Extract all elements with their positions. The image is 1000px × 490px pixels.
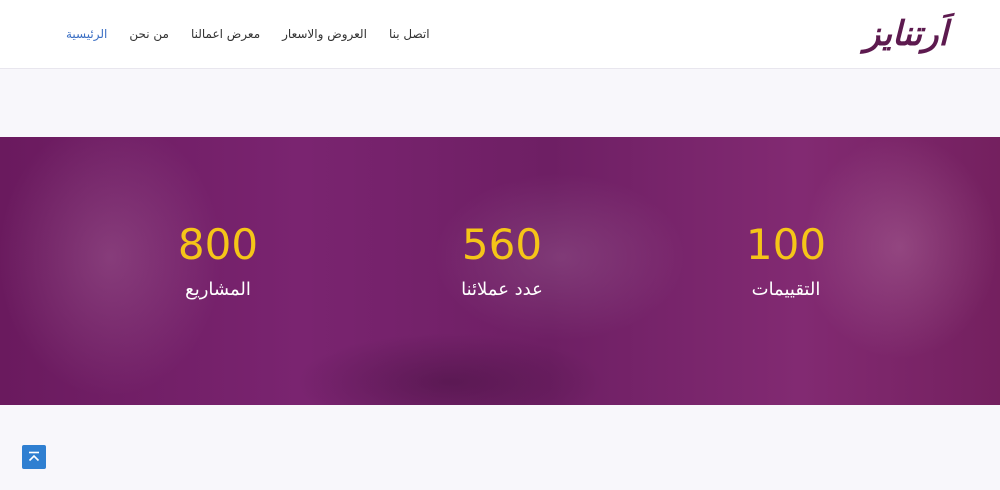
- main-nav: الرئيسية من نحن معرض اعمالنا العروض والا…: [66, 0, 430, 68]
- nav-portfolio[interactable]: معرض اعمالنا: [191, 27, 260, 41]
- nav-contact[interactable]: اتصل بنا: [389, 27, 430, 41]
- chevron-up-icon: [28, 451, 40, 462]
- stat-label: المشاريع: [185, 279, 251, 300]
- site-logo[interactable]: اَرتنايز: [864, 14, 948, 54]
- nav-home[interactable]: الرئيسية: [66, 27, 107, 41]
- nav-about[interactable]: من نحن: [129, 27, 169, 41]
- nav-pricing[interactable]: العروض والاسعار: [282, 27, 367, 41]
- site-header: اَرتنايز الرئيسية من نحن معرض اعمالنا ال…: [0, 0, 1000, 69]
- stats-section: 100 التقييمات 560 عدد عملائنا 800 المشار…: [0, 137, 1000, 405]
- scroll-to-top-button[interactable]: [22, 445, 46, 469]
- stat-projects: 800 المشاريع: [118, 220, 318, 301]
- stat-value: 560: [461, 220, 543, 269]
- stat-reviews: 100 التقييمات: [686, 220, 886, 301]
- stat-value: 800: [177, 220, 259, 269]
- stat-label: التقييمات: [751, 279, 821, 300]
- stat-value: 100: [745, 220, 827, 269]
- stat-label: عدد عملائنا: [461, 279, 543, 300]
- stat-clients: 560 عدد عملائنا: [402, 220, 602, 301]
